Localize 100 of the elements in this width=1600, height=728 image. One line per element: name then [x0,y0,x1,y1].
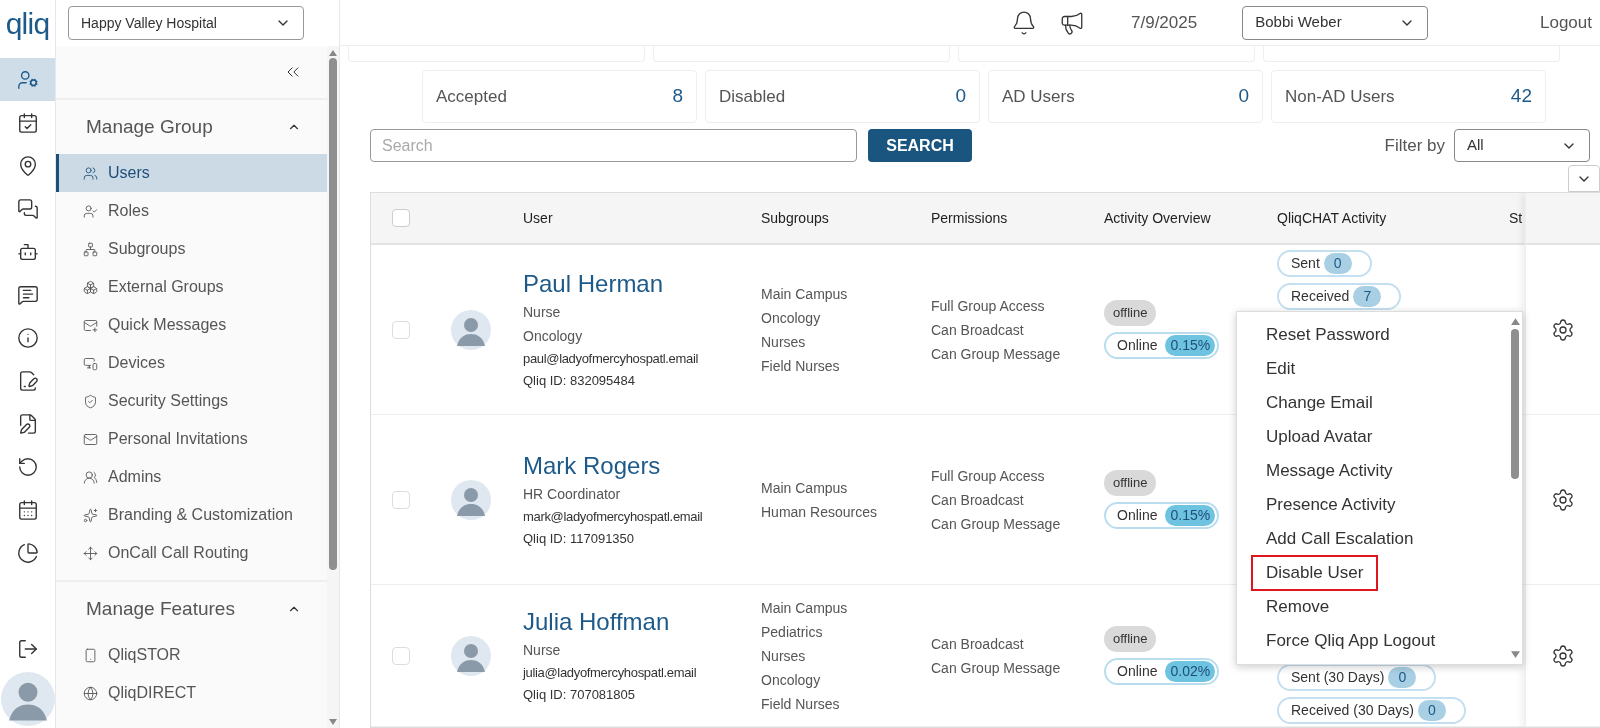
column-header: QliqCHAT Activity [1277,208,1388,228]
chat-count-pill: Sent 0 [1277,250,1372,277]
filter-select[interactable]: All [1454,129,1590,162]
sidebar-item[interactable]: QliqDIRECT [56,674,327,712]
columns-dropdown-button[interactable] [1568,165,1600,192]
sidebar-item[interactable]: OnCall Call Routing [56,534,327,572]
select-all-checkbox[interactable] [392,209,410,227]
menu-item[interactable]: Change Email [1251,385,1388,421]
organization-select[interactable]: Happy Valley Hospital [68,6,304,40]
permission-text: Can Group Message [931,514,1062,534]
filter-label: Filter by [1384,134,1445,157]
avatar [451,635,491,676]
subgroup-text: Field Nurses [761,694,841,714]
sidebar-item[interactable]: QliqSTOR [56,636,327,674]
subgroup-text: Nurses [761,646,807,666]
row-checkbox[interactable] [392,490,410,509]
subgroup-text: Field Nurses [761,356,841,376]
sidebar-item[interactable]: Subgroups [56,230,327,268]
sidebar-item[interactable]: Devices [56,344,327,382]
user-email: mark@ladyofmercyhospatl.email [523,507,704,526]
envelope-icon [83,431,98,447]
bell-icon[interactable] [1011,9,1037,36]
menu-item[interactable]: Disable User [1251,555,1379,591]
subgroup-text: Nurses [761,332,807,352]
search-button[interactable]: SEARCH [868,129,972,162]
scroll-up-icon[interactable] [329,50,337,56]
presence-badge: offline [1104,300,1157,326]
sidebar-item[interactable]: Users [56,154,327,192]
qliq-id: Qliq ID: 832095484 [523,371,637,390]
menu-item[interactable]: Add Call Escalation [1251,521,1429,557]
message-icon [16,283,39,306]
scrollbar-thumb[interactable] [1511,329,1519,479]
date-text: 7/9/2025 [1131,11,1198,34]
user-check-icon [83,203,98,219]
user-email: paul@ladyofmercyhospatl.email [523,349,700,368]
online-pill: Online 0.02% [1104,657,1220,685]
sidebar-item[interactable]: Personal Invitations [56,420,327,458]
column-header: St [1509,208,1524,228]
sidebar-item[interactable]: Roles [56,192,327,230]
menu-item[interactable]: Upload Avatar [1251,419,1388,455]
subgroup-text: Human Resources [761,502,878,522]
search-field[interactable]: Search [370,129,857,162]
menu-item[interactable]: Message Activity [1251,453,1408,489]
sidebar-item[interactable]: Security Settings [56,382,327,420]
user-email: julia@ladyofmercyhospatl.email [523,663,698,682]
hierarchy-icon [83,241,98,257]
scrollbar[interactable] [327,46,339,728]
user-name[interactable]: Julia Hoffman [523,605,761,638]
sidebar-item[interactable]: Quick Messages [56,306,327,344]
sidebar-item[interactable]: External Groups [56,268,327,306]
menu-item[interactable]: Reset Password [1251,317,1405,353]
chat-count-pill: Received (30 Days) 0 [1277,697,1466,724]
permission-text: Can Group Message [931,344,1062,364]
logout-icon[interactable] [16,638,39,660]
logout-link[interactable]: Logout [1540,9,1592,36]
pie-chart-icon [16,541,39,564]
devices-icon [83,355,98,371]
sidebar-item[interactable]: Admins [56,458,327,496]
scroll-up-icon[interactable] [1510,318,1520,325]
globe-icon [83,685,98,701]
permission-text: Can Broadcast [931,320,1025,340]
replay-icon [16,455,39,478]
column-header: User [523,208,554,228]
stat-card: Disabled 0 [705,70,980,123]
phone-icon [83,647,98,663]
user-detail: Oncology [523,326,584,346]
qliq-id: Qliq ID: 117091350 [523,529,636,548]
sparkles-icon [83,507,98,523]
user-name[interactable]: Mark Rogers [523,449,761,482]
menu-item[interactable]: Force Qliq App Logout [1251,623,1451,659]
row-checkbox[interactable] [392,646,410,665]
column-header: Activity Overview [1104,208,1212,228]
permission-text: Can Group Message [931,658,1062,678]
scroll-down-icon[interactable] [1510,651,1520,658]
menu-item[interactable]: Presence Activity [1251,487,1411,523]
users-icon [83,165,98,181]
logo: qliq [5,5,50,42]
user-detail: Nurse [523,640,562,660]
online-pill: Online 0.15% [1104,501,1220,529]
subgroup-text: Main Campus [761,478,849,498]
sidebar-item[interactable]: Branding & Customization [56,496,327,534]
avatar [451,309,491,350]
settings-icon[interactable] [1551,317,1575,342]
menu-item[interactable]: Remove [1251,589,1345,625]
subgroup-text: Main Campus [761,598,849,618]
menu-item[interactable]: Edit [1251,351,1311,387]
user-name[interactable]: Paul Herman [523,267,761,300]
section-header[interactable]: Manage Features [56,582,327,636]
calendar-icon [16,498,39,521]
settings-icon[interactable] [1551,487,1575,512]
presence-badge: offline [1104,626,1157,652]
scroll-down-icon[interactable] [329,719,337,725]
user-select[interactable]: Bobbi Weber [1242,5,1429,40]
subgroup-text: Oncology [761,670,822,690]
scrollbar-thumb[interactable] [329,58,337,570]
section-header[interactable]: Manage Group [56,100,327,154]
row-checkbox[interactable] [392,320,410,339]
settings-icon[interactable] [1551,643,1575,668]
shield-icon [83,393,98,409]
permission-text: Can Broadcast [931,634,1025,654]
